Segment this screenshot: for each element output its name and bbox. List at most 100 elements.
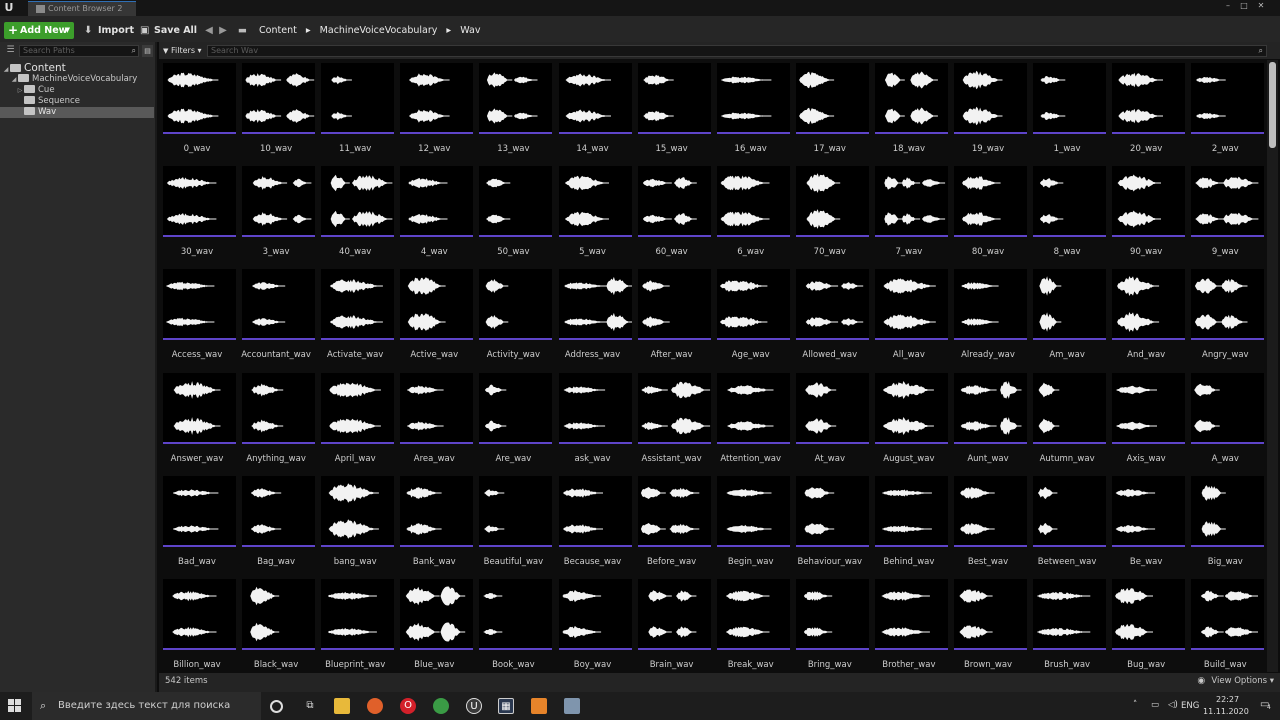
toggle-sources-icon[interactable]: ☰ [3, 45, 18, 57]
asset-tile[interactable]: Age_wav [714, 266, 790, 364]
asset-tile[interactable]: Are_wav [476, 370, 553, 468]
asset-tile[interactable]: Because_wav [556, 473, 632, 571]
asset-tile[interactable]: Big_wav [1188, 473, 1265, 571]
asset-tile[interactable]: 40_wav [318, 163, 395, 261]
asset-tile[interactable]: 4_wav [397, 163, 474, 261]
asset-tile[interactable]: 1_wav [1030, 60, 1107, 158]
save-all-button[interactable]: ▣ Save All [140, 22, 197, 39]
asset-tile[interactable]: All_wav [872, 266, 948, 364]
scrollbar-thumb[interactable] [1269, 62, 1276, 148]
asset-tile[interactable]: 80_wav [951, 163, 1027, 261]
app-icon[interactable] [564, 698, 580, 714]
asset-tile[interactable]: Begin_wav [714, 473, 790, 571]
network-icon[interactable]: ▭ [1151, 700, 1159, 710]
asset-tile[interactable]: Black_wav [239, 576, 316, 672]
asset-tile[interactable]: August_wav [872, 370, 948, 468]
media-app-icon[interactable]: ▦ [498, 698, 514, 714]
firefox-icon[interactable] [367, 698, 383, 714]
asset-tile[interactable]: Blueprint_wav [318, 576, 395, 672]
asset-tile[interactable]: 17_wav [793, 60, 869, 158]
windows-start-icon[interactable] [8, 699, 22, 713]
asset-tile[interactable]: A_wav [1188, 370, 1265, 468]
asset-tile[interactable]: Book_wav [476, 576, 553, 672]
asset-tile[interactable]: Am_wav [1030, 266, 1107, 364]
asset-tile[interactable]: Build_wav [1188, 576, 1265, 672]
asset-tile[interactable]: 7_wav [872, 163, 948, 261]
tree-item-machinevoicevocabulary[interactable]: ◢ MachineVoiceVocabulary [0, 74, 154, 85]
asset-tile[interactable]: Behind_wav [872, 473, 948, 571]
asset-tile[interactable]: ask_wav [556, 370, 632, 468]
task-view-icon[interactable]: ⧉ [302, 698, 318, 714]
asset-tile[interactable]: Behaviour_wav [793, 473, 869, 571]
asset-tile[interactable]: Bug_wav [1109, 576, 1186, 672]
path-options-button[interactable]: ▤ [142, 45, 153, 57]
tree-item-cue[interactable]: ▷ Cue [0, 85, 154, 96]
cortana-icon[interactable] [270, 700, 283, 713]
minimize-button[interactable]: – [1222, 0, 1234, 12]
asset-tile[interactable]: 18_wav [872, 60, 948, 158]
asset-tile[interactable]: Angry_wav [1188, 266, 1265, 364]
asset-tile[interactable]: 11_wav [318, 60, 395, 158]
breadcrumb-machinevoicevocabulary[interactable]: MachineVoiceVocabulary [320, 22, 438, 39]
tab-content-browser[interactable]: Content Browser 2 [28, 1, 136, 16]
maximize-button[interactable]: □ [1238, 0, 1250, 12]
asset-tile[interactable]: Brain_wav [635, 576, 711, 672]
asset-tile[interactable]: After_wav [635, 266, 711, 364]
asset-tile[interactable]: Bad_wav [160, 473, 236, 571]
asset-tile[interactable]: 15_wav [635, 60, 711, 158]
asset-tile[interactable]: And_wav [1109, 266, 1186, 364]
asset-tile[interactable]: 2_wav [1188, 60, 1265, 158]
asset-tile[interactable]: Access_wav [160, 266, 236, 364]
asset-tile[interactable]: Activity_wav [476, 266, 553, 364]
language-indicator[interactable]: ENG [1181, 701, 1199, 711]
asset-tile[interactable]: At_wav [793, 370, 869, 468]
asset-tile[interactable]: 19_wav [951, 60, 1027, 158]
asset-tile[interactable]: 3_wav [239, 163, 316, 261]
asset-tile[interactable]: Active_wav [397, 266, 474, 364]
asset-tile[interactable]: 14_wav [556, 60, 632, 158]
asset-tile[interactable]: Answer_wav [160, 370, 236, 468]
breadcrumb-wav[interactable]: Wav [460, 22, 480, 39]
file-explorer-icon[interactable] [334, 698, 350, 714]
asset-tile[interactable]: 12_wav [397, 60, 474, 158]
chevron-up-icon[interactable]: ˄ [1133, 700, 1137, 710]
asset-tile[interactable]: Anything_wav [239, 370, 316, 468]
asset-tile[interactable]: bang_wav [318, 473, 395, 571]
tree-item-wav[interactable]: Wav [0, 107, 154, 118]
asset-tile[interactable]: Accountant_wav [239, 266, 316, 364]
asset-tile[interactable]: Be_wav [1109, 473, 1186, 571]
asset-tile[interactable]: 8_wav [1030, 163, 1107, 261]
add-new-button[interactable]: + Add New ▼ [4, 22, 74, 39]
asset-tile[interactable]: Bag_wav [239, 473, 316, 571]
taskbar-search-input[interactable]: ⌕ Введите здесь текст для поиска [32, 692, 261, 720]
asset-tile[interactable]: 0_wav [160, 60, 236, 158]
close-button[interactable]: ✕ [1255, 0, 1267, 12]
breadcrumb-content[interactable]: Content [259, 22, 297, 39]
asset-tile[interactable]: Activate_wav [318, 266, 395, 364]
asset-tile[interactable]: 70_wav [793, 163, 869, 261]
asset-tile[interactable]: Attention_wav [714, 370, 790, 468]
path-search-input[interactable]: Search Paths ⌕ [19, 45, 139, 57]
asset-search-input[interactable]: Search Wav ⌕ [207, 45, 1267, 57]
back-button[interactable]: ◀ [203, 25, 215, 37]
clock-time[interactable]: 22:27 [1216, 695, 1239, 704]
asset-tile[interactable]: Aunt_wav [951, 370, 1027, 468]
chrome-icon[interactable] [433, 698, 449, 714]
asset-tile[interactable]: 10_wav [239, 60, 316, 158]
tree-item-sequence[interactable]: Sequence [0, 96, 154, 107]
asset-tile[interactable]: Autumn_wav [1030, 370, 1107, 468]
asset-tile[interactable]: 50_wav [476, 163, 553, 261]
asset-tile[interactable]: 6_wav [714, 163, 790, 261]
clock-date[interactable]: 11.11.2020 [1203, 707, 1249, 716]
asset-tile[interactable]: Brother_wav [872, 576, 948, 672]
asset-tile[interactable]: 13_wav [476, 60, 553, 158]
asset-tile[interactable]: Area_wav [397, 370, 474, 468]
forward-button[interactable]: ▶ [217, 25, 229, 37]
asset-tile[interactable]: 30_wav [160, 163, 236, 261]
asset-tile[interactable]: Bank_wav [397, 473, 474, 571]
asset-tile[interactable]: Blue_wav [397, 576, 474, 672]
asset-tile[interactable]: Boy_wav [556, 576, 632, 672]
asset-tile[interactable]: Brush_wav [1030, 576, 1107, 672]
view-options-button[interactable]: ◉ View Options ▾ [1197, 676, 1274, 686]
asset-tile[interactable]: Address_wav [556, 266, 632, 364]
